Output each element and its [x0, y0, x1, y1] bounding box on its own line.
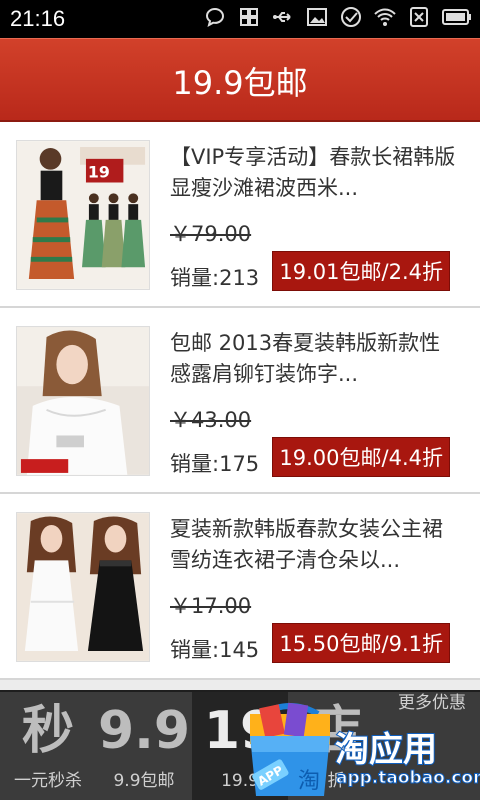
- chiffon-dress-photo: [17, 513, 149, 661]
- usb-icon: [272, 6, 294, 28]
- product-item[interactable]: 夏装新款韩版春款女装公主裙雪纺连衣裙子清仓朵以... ￥17.00 销量:145…: [0, 494, 480, 680]
- deal-price-button[interactable]: 19.01包邮/2.4折: [272, 251, 450, 291]
- dress-models-photo: 19: [17, 141, 149, 289]
- image-icon: [306, 6, 328, 28]
- status-icons: [204, 6, 472, 28]
- tab-9-9-label: 9.9包邮: [113, 771, 175, 791]
- store-name: 淘应用: [334, 729, 438, 771]
- original-price: ￥43.00: [170, 408, 252, 432]
- white-top-model-photo: [17, 327, 149, 475]
- product-list: 19 【VIP专享活动】春款长裙韩版显瘦沙滩裙波西米... ￥79.00 销量:…: [0, 122, 480, 680]
- deal-price-button[interactable]: 19.00包邮/4.4折: [272, 437, 450, 477]
- sales-label: 销量:: [170, 638, 220, 662]
- chat-bubble-icon: [204, 6, 226, 28]
- status-time: 21:16: [10, 6, 66, 31]
- sales-count: 销量:213: [170, 262, 259, 292]
- sales-count: 销量:175: [170, 448, 259, 478]
- sales-label: 销量:: [170, 452, 220, 476]
- shopping-bag-icon: APP 淘: [250, 702, 330, 796]
- sales-value: 145: [219, 638, 260, 662]
- original-price: ￥17.00: [170, 594, 252, 618]
- tab-9-9-glyph: 9.9: [97, 701, 191, 761]
- product-title[interactable]: 包邮 2013春夏装韩版新款性感露肩铆钉装饰字...: [170, 328, 460, 390]
- sales-label: 销量:: [170, 266, 220, 290]
- page-title: 19.9包邮: [172, 63, 308, 102]
- product-thumbnail[interactable]: 19: [16, 140, 150, 290]
- app-store-watermark: APP 淘 淘应用 app.taobao.com: [240, 700, 480, 800]
- tab-flash-sale[interactable]: 秒 一元秒杀: [0, 692, 96, 800]
- product-thumbnail[interactable]: [16, 326, 150, 476]
- sales-value: 213: [219, 266, 260, 290]
- product-title[interactable]: 【VIP专享活动】春款长裙韩版显瘦沙滩裙波西米...: [170, 142, 460, 204]
- sales-value: 175: [219, 452, 260, 476]
- store-url: app.taobao.com: [336, 768, 480, 789]
- bag-letter: 淘: [298, 769, 320, 794]
- sales-count: 销量:145: [170, 634, 259, 664]
- deal-price-button[interactable]: 15.50包邮/9.1折: [272, 623, 450, 663]
- app-header: 19.9包邮: [0, 38, 480, 122]
- product-item[interactable]: 包邮 2013春夏装韩版新款性感露肩铆钉装饰字... ￥43.00 销量:175…: [0, 308, 480, 494]
- grid-icon: [238, 6, 260, 28]
- battery-icon: [442, 6, 472, 28]
- no-sim-icon: [408, 6, 430, 28]
- product-title[interactable]: 夏装新款韩版春款女装公主裙雪纺连衣裙子清仓朵以...: [170, 514, 460, 576]
- product-thumbnail[interactable]: [16, 512, 150, 662]
- wifi-icon: [374, 6, 396, 28]
- tab-9-9[interactable]: 9.9 9.9包邮: [96, 692, 192, 800]
- svg-text:19: 19: [88, 163, 110, 182]
- check-circle-icon: [340, 6, 362, 28]
- tab-flash-sale-label: 一元秒杀: [14, 771, 82, 791]
- original-price: ￥79.00: [170, 222, 252, 246]
- status-bar: 21:16: [0, 0, 480, 38]
- product-item[interactable]: 19 【VIP专享活动】春款长裙韩版显瘦沙滩裙波西米... ￥79.00 销量:…: [0, 122, 480, 308]
- tab-flash-sale-glyph: 秒: [21, 701, 74, 761]
